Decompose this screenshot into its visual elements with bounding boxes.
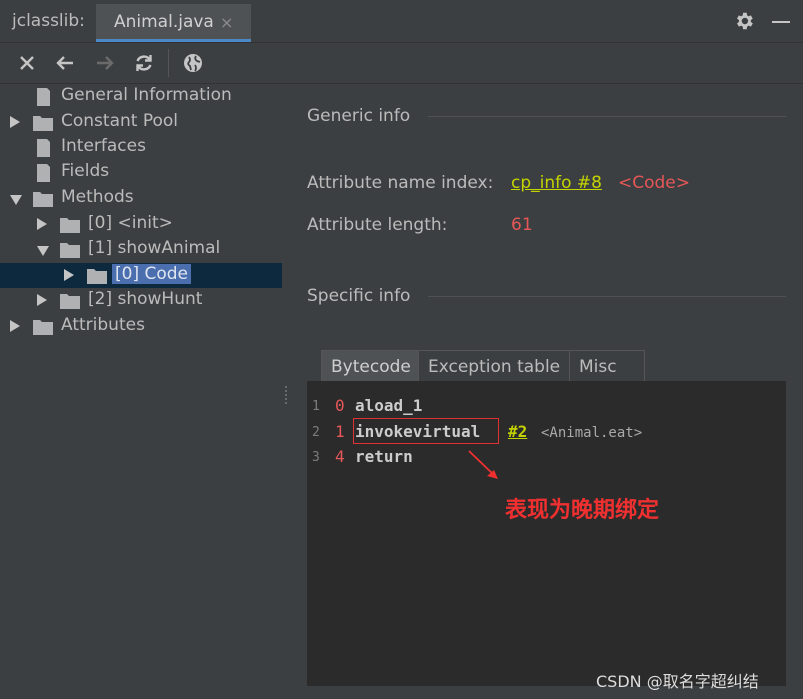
- back-icon[interactable]: [54, 52, 76, 74]
- tab-label: Animal.java: [114, 12, 214, 32]
- tree-item-label: [0] <init>: [88, 213, 173, 233]
- collapsed-arrow-icon[interactable]: [10, 320, 20, 332]
- tree-item-label: [0] Code: [112, 264, 192, 284]
- collapsed-arrow-icon[interactable]: [37, 218, 47, 230]
- tab-misc-label: Misc: [579, 357, 617, 377]
- tree-item[interactable]: Fields: [0, 160, 282, 185]
- class-tree: General Information Constant Pool Interfac…: [0, 84, 282, 699]
- annotation-text: 表现为晚期绑定: [505, 498, 660, 523]
- browser-icon[interactable]: [182, 52, 204, 74]
- gear-icon[interactable]: [733, 10, 755, 32]
- tree-item-label: [1] showAnimal: [88, 238, 221, 258]
- tree-item[interactable]: Interfaces: [0, 135, 282, 160]
- collapsed-arrow-icon[interactable]: [10, 116, 20, 128]
- tree-item-label: Fields: [61, 161, 110, 181]
- line-number: 3: [312, 450, 320, 465]
- tree-item-label: [2] showHunt: [88, 289, 203, 309]
- tree-item-label: Constant Pool: [61, 111, 178, 131]
- folder-icon: [33, 192, 53, 207]
- tree-item[interactable]: General Information: [0, 84, 282, 109]
- generic-info-title: Generic info: [307, 106, 411, 126]
- bytecode-offset: 4: [335, 447, 345, 466]
- bytecode-opcode: aload_1: [355, 396, 423, 415]
- tab-animal-java[interactable]: Animal.java ×: [96, 4, 251, 42]
- tree-item[interactable]: Methods: [0, 186, 282, 211]
- file-icon: [37, 139, 50, 157]
- specific-info-title: Specific info: [307, 286, 411, 306]
- tab-exception-table-label: Exception table: [428, 357, 561, 377]
- tab-close-icon[interactable]: ×: [220, 13, 233, 32]
- expanded-arrow-icon[interactable]: [37, 246, 49, 256]
- bytecode-opcode: return: [355, 447, 413, 466]
- bytecode-offset: 0: [335, 396, 345, 415]
- collapsed-arrow-icon[interactable]: [37, 294, 47, 306]
- attribute-name-index-label: Attribute name index:: [307, 173, 494, 193]
- forward-icon[interactable]: [94, 52, 116, 74]
- tree-item[interactable]: Attributes: [0, 314, 282, 339]
- watermark: CSDN @取名字超纠结: [596, 672, 759, 691]
- title-bar: jclasslib: Animal.java ×: [0, 0, 803, 43]
- constant-pool-ref-link[interactable]: #2: [508, 422, 527, 441]
- invokevirtual-highlight: [353, 418, 499, 444]
- bytecode-offset: 1: [335, 421, 345, 441]
- folder-icon: [87, 269, 107, 284]
- splitter-handle[interactable]: [284, 385, 288, 405]
- tree-item-label: Attributes: [61, 315, 145, 335]
- specific-info-divider: [428, 296, 786, 297]
- tree-item[interactable]: [0] <init>: [0, 212, 282, 237]
- file-icon: [37, 88, 50, 106]
- file-icon: [37, 164, 50, 182]
- tab-exception-table[interactable]: Exception table: [418, 350, 570, 381]
- toolbar: [0, 43, 803, 84]
- line-number: 2: [312, 424, 320, 440]
- generic-info-divider: [428, 116, 786, 117]
- tab-bytecode[interactable]: Bytecode: [321, 350, 419, 381]
- tab-misc[interactable]: Misc: [569, 350, 645, 381]
- toolbar-separator: [168, 49, 169, 77]
- bytecode-line: 3 4 return: [307, 446, 786, 470]
- folder-icon: [60, 243, 80, 258]
- minimize-icon[interactable]: [772, 21, 790, 23]
- bytecode-comment: <Animal.eat>: [541, 424, 643, 441]
- attribute-name-value: <Code>: [618, 173, 691, 193]
- folder-icon: [33, 320, 53, 335]
- attribute-length-label: Attribute length:: [307, 215, 448, 235]
- tab-bytecode-label: Bytecode: [331, 357, 411, 377]
- tree-item[interactable]: Constant Pool: [0, 110, 282, 135]
- tree-item-label: Methods: [61, 187, 134, 207]
- line-number: 1: [312, 399, 320, 414]
- tree-item[interactable]: [1] showAnimal: [0, 237, 282, 262]
- bytecode-line: 1 0 aload_1: [307, 395, 786, 419]
- folder-icon: [33, 116, 53, 131]
- annotation-arrow-icon: [468, 450, 498, 479]
- tree-item[interactable]: [0] Code: [0, 263, 282, 288]
- folder-icon: [60, 294, 80, 309]
- attribute-length-value: 61: [511, 215, 533, 235]
- expanded-arrow-icon[interactable]: [10, 195, 22, 205]
- collapsed-arrow-icon[interactable]: [64, 269, 74, 281]
- close-icon[interactable]: [16, 52, 38, 74]
- refresh-icon[interactable]: [133, 52, 155, 74]
- tree-item-label: General Information: [61, 85, 232, 105]
- folder-icon: [60, 218, 80, 233]
- cp-info-link[interactable]: cp_info #8: [511, 173, 602, 193]
- tree-item[interactable]: [2] showHunt: [0, 288, 282, 313]
- app-label: jclasslib:: [12, 11, 85, 31]
- tree-item-label: Interfaces: [61, 136, 146, 156]
